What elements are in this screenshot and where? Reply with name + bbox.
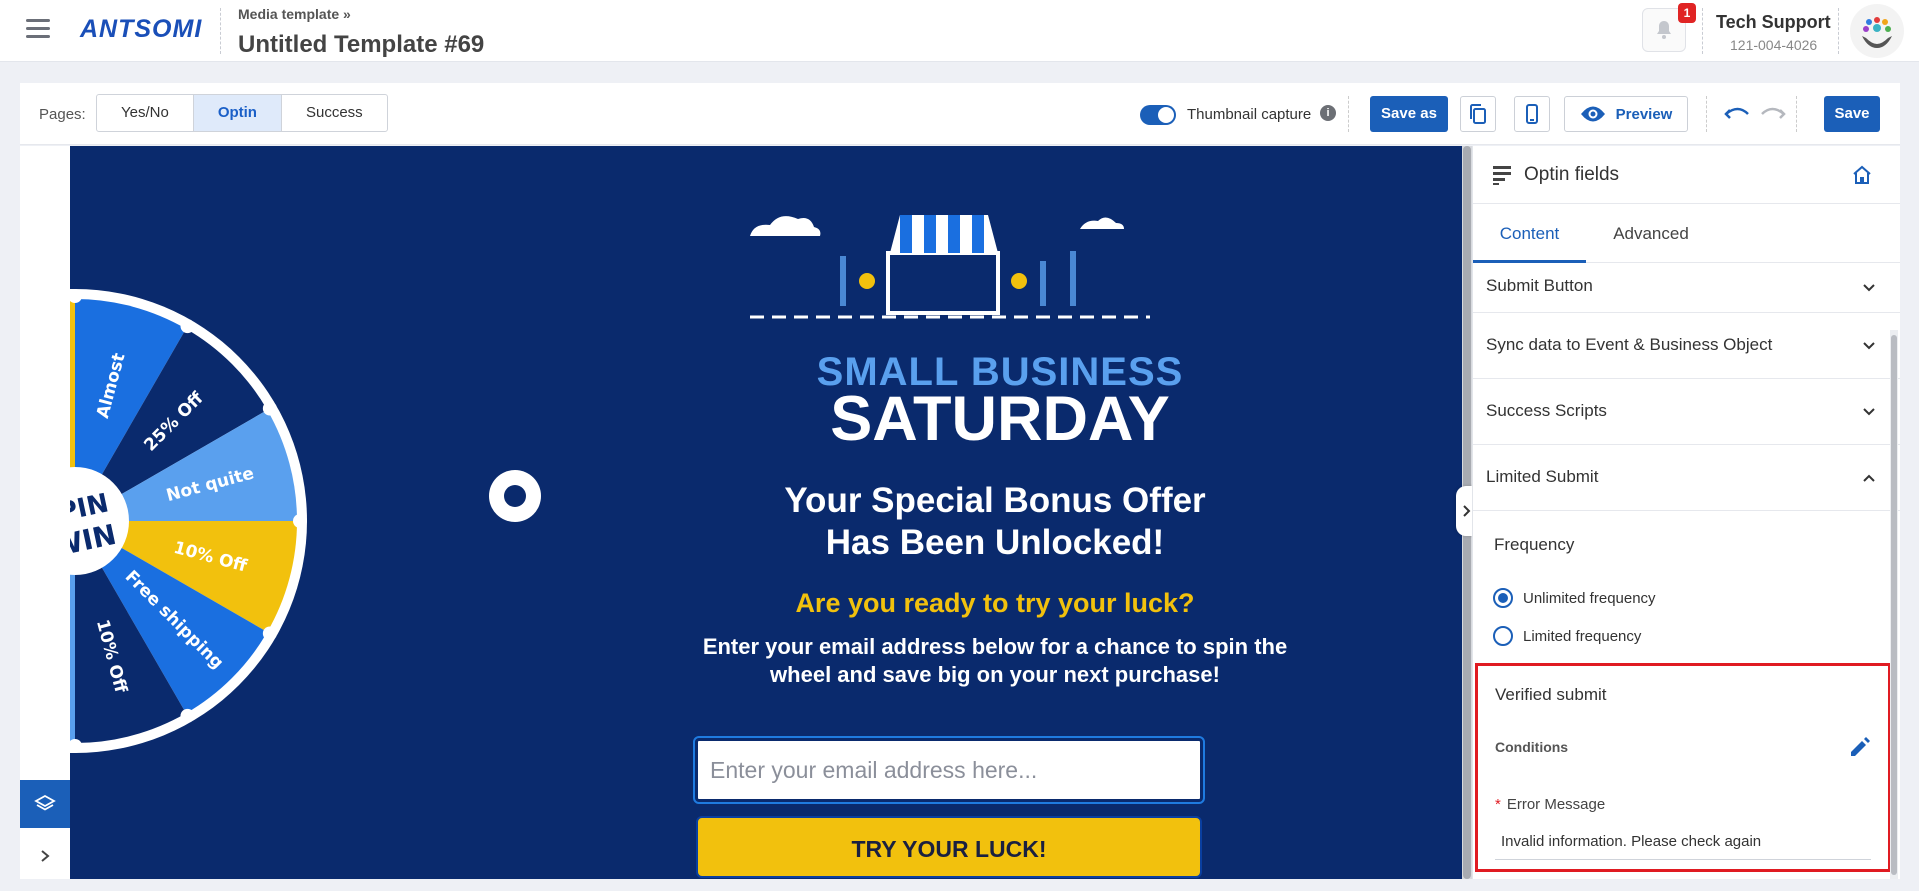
page-tab-success[interactable]: Success — [282, 95, 387, 131]
storefront-illustration — [750, 215, 1150, 319]
radio-button[interactable] — [1493, 588, 1513, 608]
user-name: Tech Support — [1716, 12, 1831, 32]
page-tab-yes-no[interactable]: Yes/No — [97, 95, 194, 131]
eye-icon — [1580, 106, 1605, 122]
wheel-peg — [180, 708, 195, 723]
radio-label: Limited frequency — [1523, 627, 1642, 645]
wheel-pointer — [489, 470, 541, 522]
undo-button[interactable] — [1724, 102, 1750, 126]
panel-header: Optin fields — [1473, 146, 1900, 204]
undo-icon — [1724, 107, 1749, 119]
page-tab-optin[interactable]: Optin — [193, 95, 282, 131]
template-title[interactable]: Untitled Template #69 — [238, 31, 484, 59]
wheel-peg — [262, 401, 277, 416]
redo-button[interactable] — [1760, 102, 1786, 126]
error-message-input[interactable] — [1495, 824, 1871, 860]
header-divider — [220, 8, 221, 54]
pages-label: Pages: — [39, 106, 86, 123]
radio-limited-frequency[interactable]: Limited frequency — [1493, 625, 1641, 647]
toolbar-divider — [1706, 96, 1707, 132]
section-label: Sync data to Event & Business Object — [1486, 335, 1773, 354]
page-tabs: Yes/No Optin Success — [96, 94, 388, 132]
required-asterisk: * — [1495, 796, 1501, 813]
panel-tabs: Content Advanced — [1473, 205, 1900, 263]
verified-submit-section: Verified submit Conditions * Error Messag… — [1475, 663, 1891, 872]
header-divider — [1838, 8, 1839, 54]
left-rail — [20, 146, 70, 879]
save-as-button[interactable]: Save as — [1370, 96, 1448, 132]
preview-button[interactable]: Preview — [1564, 96, 1688, 132]
frequency-title: Frequency — [1494, 535, 1575, 554]
try-your-luck-button[interactable]: TRY YOUR LUCK! — [696, 816, 1202, 878]
mobile-view-button[interactable] — [1514, 96, 1550, 132]
section-submit-button[interactable]: Submit Button — [1473, 263, 1900, 313]
panel-title: Optin fields — [1524, 164, 1620, 185]
error-message-label-text: Error Message — [1506, 796, 1606, 813]
info-icon[interactable]: i — [1320, 105, 1336, 121]
wheel-peg — [180, 319, 195, 334]
toolbar-divider — [1348, 96, 1349, 132]
chevron-right-icon — [41, 850, 50, 862]
template-canvas[interactable]: Almost 25% Off Not quite 10% Off Free shippi… — [70, 146, 1462, 879]
notification-badge: 1 — [1678, 3, 1696, 23]
wheel-peg — [293, 514, 307, 528]
chevron-right-icon — [1463, 505, 1471, 517]
tab-content[interactable]: Content — [1473, 205, 1586, 263]
chevron-down-icon — [1863, 342, 1875, 350]
save-button[interactable]: Save — [1824, 96, 1880, 132]
thumbnail-capture-toggle[interactable] — [1140, 105, 1176, 125]
preview-label: Preview — [1615, 105, 1673, 123]
expand-rail-button[interactable] — [20, 836, 70, 876]
luck-question: Are you ready to try your luck? — [795, 588, 1195, 618]
copy-icon — [1470, 104, 1486, 124]
radio-button[interactable] — [1493, 626, 1513, 646]
tab-advanced[interactable]: Advanced — [1586, 205, 1716, 263]
wheel-peg — [262, 626, 277, 641]
section-sync-data[interactable]: Sync data to Event & Business Object — [1473, 313, 1900, 379]
menu-icon[interactable] — [26, 19, 50, 39]
spin-wheel: Almost25% OffNot quite10% OffFree shippi… — [70, 289, 307, 753]
conditions-label: Conditions — [1495, 739, 1569, 755]
radio-unlimited-frequency[interactable]: Unlimited frequency — [1493, 587, 1656, 609]
edit-icon[interactable] — [1847, 734, 1873, 760]
verified-submit-title: Verified submit — [1495, 685, 1607, 704]
panel-scrollbar-thumb[interactable] — [1891, 335, 1897, 875]
offer-heading: Your Special Bonus Offer Has Been Unlock… — [670, 480, 1320, 564]
section-label: Submit Button — [1486, 276, 1593, 295]
user-id: 121-004-4026 — [1730, 37, 1818, 53]
error-message-label: * Error Message — [1495, 796, 1605, 813]
section-limited-submit[interactable]: Limited Submit — [1473, 445, 1900, 511]
avatar[interactable] — [1850, 4, 1904, 58]
brand-logo[interactable]: ANTSOMI — [80, 15, 202, 44]
toolbar-divider — [1796, 96, 1797, 132]
layers-icon — [34, 794, 56, 811]
offer-line: Your Special Bonus Offer — [784, 481, 1206, 520]
properties-panel: Optin fields Content Advanced Submit But… — [1472, 146, 1900, 879]
section-success-scripts[interactable]: Success Scripts — [1473, 379, 1900, 445]
layers-button[interactable] — [20, 780, 70, 828]
avatar-logo-icon — [1862, 17, 1892, 48]
duplicate-button[interactable] — [1460, 96, 1496, 132]
editor-toolbar: Pages: Yes/No Optin Success Thumbnail ca… — [20, 83, 1900, 145]
section-label: Limited Submit — [1486, 467, 1599, 486]
home-icon[interactable] — [1851, 164, 1873, 186]
breadcrumb[interactable]: Media template » — [238, 6, 351, 22]
description-text: Enter your email address below for a cha… — [702, 634, 1288, 687]
chevron-up-icon — [1863, 474, 1875, 482]
thumbnail-capture-label: Thumbnail capture — [1187, 106, 1312, 123]
chevron-down-icon — [1863, 408, 1875, 416]
radio-label: Unlimited frequency — [1523, 589, 1656, 607]
section-label: Success Scripts — [1486, 401, 1607, 420]
mobile-icon — [1526, 104, 1538, 124]
header-divider — [1702, 8, 1703, 54]
form-fields-icon — [1493, 166, 1511, 185]
email-input[interactable] — [693, 736, 1205, 804]
bell-icon — [1657, 21, 1671, 39]
top-header: ANTSOMI Media template » Untitled Templa… — [0, 0, 1919, 62]
chevron-down-icon — [1863, 284, 1875, 292]
redo-icon — [1761, 107, 1786, 119]
headline-saturday: SATURDAY — [830, 384, 1170, 454]
offer-line: Has Been Unlocked! — [825, 523, 1165, 562]
